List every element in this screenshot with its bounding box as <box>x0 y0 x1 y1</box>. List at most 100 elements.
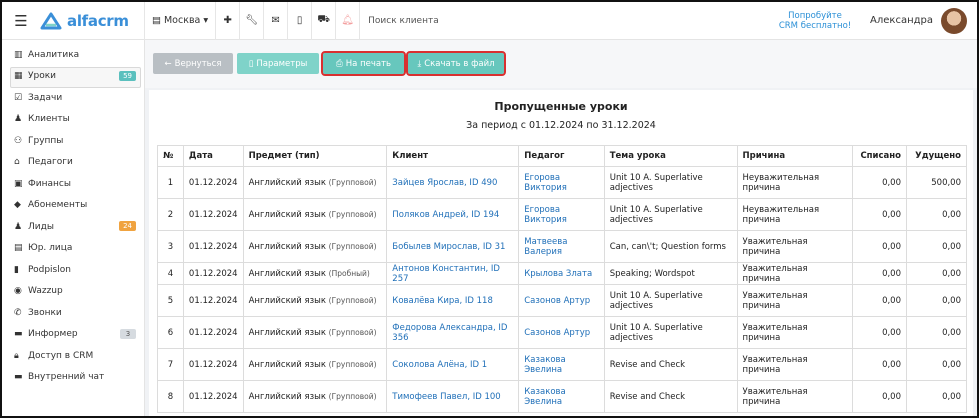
row-charged: 0,00 <box>852 166 907 199</box>
sidebar-item-teachers[interactable]: ⌂ Педагоги <box>2 152 144 174</box>
download-button[interactable]: ⤓ Скачать в файл <box>406 51 506 76</box>
parameters-button-label: Параметры <box>256 58 308 69</box>
sidebar-item-analytics[interactable]: ▥ Аналитика <box>2 44 144 66</box>
row-charged: 0,00 <box>852 316 907 349</box>
client-link[interactable]: Федорова Александра, ID 356 <box>392 323 507 343</box>
sidebar-item-wazzup[interactable]: ◉ Wazzup <box>2 281 144 303</box>
subject-name: Английский язык <box>248 295 326 306</box>
column-header: Списано <box>852 145 907 167</box>
teacher-link[interactable]: Егорова Виктория <box>524 205 567 225</box>
sidebar-item-leads[interactable]: ♟ Лиды 24 <box>2 216 144 238</box>
teacher-link[interactable]: Егорова Виктория <box>524 173 567 193</box>
teacher-link[interactable]: Сазонов Артур <box>524 328 590 338</box>
row-topic: Unit 10 A. Superlative adjectives <box>603 284 738 317</box>
sidebar-item-lessons[interactable]: ▦ Уроки 59 <box>2 65 144 87</box>
client-link[interactable]: Поляков Андрей, ID 194 <box>392 210 499 220</box>
app-window: ☰ alfacrm ▤ Москва ▾ ✚ 🔧︎ ✉ ▯ ⛟ 🔔︎ Поиск… <box>0 0 979 418</box>
teacher-link[interactable]: Казакова Эвелина <box>524 387 566 407</box>
informer-count-badge: 3 <box>120 328 136 339</box>
column-header: Предмет (тип) <box>242 145 388 167</box>
back-button[interactable]: ← Вернуться <box>153 53 233 74</box>
row-client: Зайцев Ярослав, ID 490 <box>386 166 520 199</box>
row-number: 2 <box>157 198 184 231</box>
row-subject: Английский язык (Групповой) <box>242 166 388 199</box>
sidebar-item-subscriptions[interactable]: ◆ Абонементы <box>2 195 144 217</box>
chat-icon: ▬ <box>14 372 23 383</box>
row-client: Соколова Алёна, ID 1 <box>386 348 520 381</box>
city-selector[interactable]: ▤ Москва ▾ <box>144 2 215 40</box>
sidebar-item-clients[interactable]: ♟ Клиенты <box>2 109 144 131</box>
row-teacher: Сазонов Артур <box>518 284 605 317</box>
row-reason: Уважительная причина <box>736 348 854 381</box>
row-reason: Уважительная причина <box>736 380 854 413</box>
tasks-icon: ☑ <box>14 92 23 103</box>
client-link[interactable]: Зайцев Ярослав, ID 490 <box>392 178 497 188</box>
sidebar-item-label: Финансы <box>28 178 71 189</box>
row-reason: Неуважительная причина <box>736 166 854 199</box>
bell-icon[interactable]: 🔔︎ <box>335 2 359 40</box>
sidebar-item-groups[interactable]: ⚇ Группы <box>2 130 144 152</box>
row-number: 6 <box>157 316 184 349</box>
building-icon: ▤ <box>152 15 161 26</box>
lessons-count-badge: 59 <box>119 70 136 81</box>
sidebar-item-internal-chat[interactable]: ▬ Внутренний чат <box>2 367 144 389</box>
parameters-button[interactable]: ▯ Параметры <box>237 53 319 74</box>
print-button-label: На печать <box>345 58 392 69</box>
user-name[interactable]: Александра <box>870 15 933 26</box>
sidebar: ▥ Аналитика ▦ Уроки 59 ☑ Задачи ♟ Клиенты ⚇ Гр… <box>2 40 145 416</box>
row-number: 5 <box>157 284 184 317</box>
mail-icon[interactable]: ✉ <box>263 2 287 40</box>
document-icon: ▯ <box>248 58 254 69</box>
row-date: 01.12.2024 <box>182 198 244 231</box>
logo[interactable]: alfacrm <box>40 2 144 40</box>
sidebar-item-calls[interactable]: ✆ Звонки <box>2 302 144 324</box>
avatar[interactable] <box>941 7 967 34</box>
sidebar-item-podpislon[interactable]: ▮ Podpislon <box>2 259 144 281</box>
menu-icon[interactable]: ☰ <box>2 2 40 40</box>
sidebar-item-crm-access[interactable]: 🔒︎ Доступ в CRM <box>2 345 144 367</box>
row-date: 01.12.2024 <box>182 348 244 381</box>
column-header: Клиент <box>386 145 520 167</box>
subject-name: Английский язык <box>248 391 326 402</box>
subject-name: Английский язык <box>248 359 326 370</box>
row-reason: Уважительная причина <box>736 316 854 349</box>
add-icon[interactable]: ✚ <box>215 2 239 40</box>
client-link[interactable]: Ковалёва Кира, ID 118 <box>392 296 493 306</box>
row-lost: 0,00 <box>906 198 967 231</box>
row-topic: Speaking; Wordspot <box>603 262 738 285</box>
teacher-link[interactable]: Крылова Злата <box>524 269 592 279</box>
logo-text: alfacrm <box>67 11 129 30</box>
sidebar-item-finance[interactable]: ▣ Финансы <box>2 173 144 195</box>
table-row: 4 01.12.2024 Английский язык (Пробный) Анто… <box>157 262 967 285</box>
promo-line-2: CRM бесплатно! <box>778 20 852 31</box>
client-search-input[interactable]: Поиск клиента <box>359 2 770 40</box>
row-charged: 0,00 <box>852 380 907 413</box>
lock-icon: 🔒︎ <box>14 350 19 361</box>
client-link[interactable]: Соколова Алёна, ID 1 <box>392 360 487 370</box>
promo-link[interactable]: Попробуйте CRM бесплатно! <box>770 11 860 31</box>
calendar-icon: ▦ <box>14 71 23 82</box>
sidebar-item-legal-entities[interactable]: ▤ Юр. лица <box>2 238 144 260</box>
teacher-link[interactable]: Казакова Эвелина <box>524 355 566 375</box>
main-content: ← Вернуться ▯ Параметры ⎙ На печать ⤓ Скачат… <box>145 40 977 416</box>
client-link[interactable]: Тимофеев Павел, ID 100 <box>392 392 500 402</box>
search-placeholder: Поиск клиента <box>368 15 439 26</box>
row-client: Тимофеев Павел, ID 100 <box>386 380 520 413</box>
teacher-link[interactable]: Матвеева Валерия <box>524 237 567 257</box>
client-link[interactable]: Бобылев Мирослав, ID 31 <box>392 242 505 252</box>
mobile-icon[interactable]: ▯ <box>287 2 311 40</box>
row-date: 01.12.2024 <box>182 380 244 413</box>
row-subject: Английский язык (Групповой) <box>242 230 388 263</box>
print-button[interactable]: ⎙ На печать <box>321 51 406 76</box>
row-client: Федорова Александра, ID 356 <box>386 316 520 349</box>
client-link[interactable]: Антонов Константин, ID 257 <box>392 264 500 284</box>
teacher-link[interactable]: Сазонов Артур <box>524 296 590 306</box>
wrench-icon[interactable]: 🔧︎ <box>239 2 263 40</box>
sidebar-item-informer[interactable]: ▬ Информер 3 <box>2 324 144 346</box>
sidebar-item-tasks[interactable]: ☑ Задачи <box>2 87 144 109</box>
table-row: 1 01.12.2024 Английский язык (Групповой) За… <box>157 166 967 199</box>
subject-name: Английский язык <box>248 177 326 188</box>
cart-icon[interactable]: ⛟ <box>311 2 335 40</box>
sidebar-item-label: Группы <box>28 135 64 146</box>
row-client: Бобылев Мирослав, ID 31 <box>386 230 520 263</box>
